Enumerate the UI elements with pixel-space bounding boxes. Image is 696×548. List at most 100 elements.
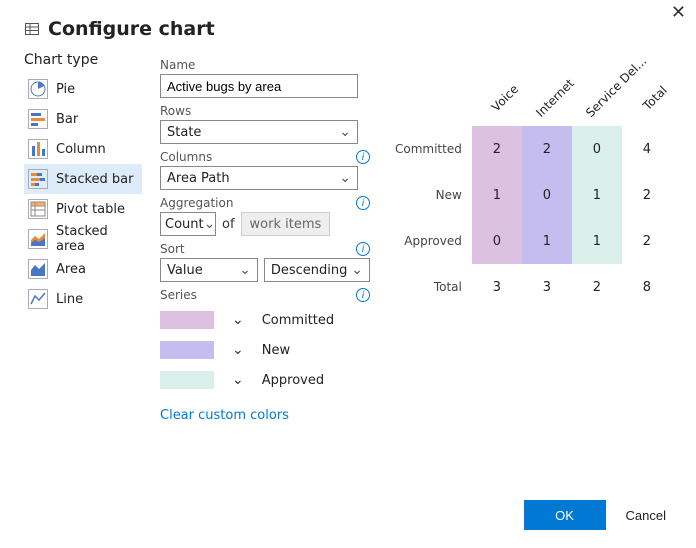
preview-cell: 2 (472, 126, 522, 172)
rows-value: State (167, 125, 201, 140)
aggregation-target: work items (241, 212, 331, 236)
chart-type-stacked-bar[interactable]: Stacked bar (24, 164, 142, 194)
cancel-button[interactable]: Cancel (620, 507, 672, 524)
chart-type-bar[interactable]: Bar (24, 104, 142, 134)
column-icon (28, 139, 48, 159)
sort-field-select[interactable]: Value ⌄ (160, 258, 258, 282)
table-icon (24, 21, 40, 37)
chevron-down-icon: ⌄ (351, 262, 363, 278)
chart-type-stacked-area[interactable]: Stacked area (24, 224, 142, 254)
series-item-committed: ⌄ Committed (160, 308, 370, 332)
rows-label: Rows (160, 104, 191, 118)
sort-field-value: Value (167, 263, 203, 278)
chart-type-column[interactable]: Column (24, 134, 142, 164)
clear-custom-colors-link[interactable]: Clear custom colors (160, 408, 370, 423)
preview-cell: 3 (472, 264, 522, 310)
stacked-bar-icon (28, 169, 48, 189)
sort-direction-select[interactable]: Descending ⌄ (264, 258, 370, 282)
color-swatch[interactable] (160, 371, 214, 389)
preview-cell: 0 (572, 126, 622, 172)
color-swatch[interactable] (160, 311, 214, 329)
name-label: Name (160, 58, 195, 72)
columns-label: Columns (160, 150, 212, 164)
preview-cell: 2 (522, 126, 572, 172)
chart-type-label: Column (56, 142, 106, 157)
dialog-title: Configure chart (48, 18, 215, 40)
chart-type-pivot-table[interactable]: Pivot table (24, 194, 142, 224)
aggregation-label: Aggregation (160, 196, 233, 210)
chart-type-label: Stacked bar (56, 172, 133, 187)
pivot-preview-table: Voice Internet Service Del... Total Comm… (394, 66, 672, 310)
chart-type-label: Pivot table (56, 202, 125, 217)
preview-row-header: New (394, 172, 472, 218)
preview-cell: 2 (572, 264, 622, 310)
table-row: Total 3 3 2 8 (394, 264, 672, 310)
series-item-new: ⌄ New (160, 338, 370, 362)
preview-cell: 4 (622, 126, 672, 172)
info-icon[interactable]: i (356, 150, 370, 164)
series-item-approved: ⌄ Approved (160, 368, 370, 392)
chart-type-label: Bar (56, 112, 78, 127)
series-label: Series (160, 288, 197, 302)
preview-cell: 1 (522, 218, 572, 264)
chart-type-label: Pie (56, 82, 75, 97)
chevron-down-icon[interactable]: ⌄ (232, 312, 244, 328)
chart-type-label: Area (56, 262, 86, 277)
ok-button[interactable]: OK (524, 500, 606, 530)
chart-type-pie[interactable]: Pie (24, 74, 142, 104)
columns-value: Area Path (167, 171, 230, 186)
pie-icon (28, 79, 48, 99)
preview-col-header: Voice (472, 66, 522, 126)
chart-preview: Voice Internet Service Del... Total Comm… (388, 52, 672, 423)
chevron-down-icon[interactable]: ⌄ (232, 342, 244, 358)
preview-col-header: Internet (522, 66, 572, 126)
color-swatch[interactable] (160, 341, 214, 359)
aggregation-select[interactable]: Count ⌄ (160, 212, 216, 236)
preview-cell: 2 (622, 172, 672, 218)
dialog-footer: OK Cancel (524, 500, 672, 530)
chevron-down-icon: ⌄ (204, 216, 216, 232)
chart-type-area[interactable]: Area (24, 254, 142, 284)
line-icon (28, 289, 48, 309)
preview-cell: 2 (622, 218, 672, 264)
preview-row-header: Total (394, 264, 472, 310)
table-row: Approved 0 1 1 2 (394, 218, 672, 264)
chart-type-label: Stacked area (56, 224, 138, 254)
series-item-label: Committed (262, 313, 334, 328)
chevron-down-icon: ⌄ (339, 170, 351, 186)
series-item-label: Approved (262, 373, 324, 388)
area-icon (28, 259, 48, 279)
bar-icon (28, 109, 48, 129)
stacked-area-icon (28, 229, 48, 249)
preview-cell: 0 (522, 172, 572, 218)
chevron-down-icon: ⌄ (339, 124, 351, 140)
info-icon[interactable]: i (356, 242, 370, 256)
preview-cell: 1 (472, 172, 522, 218)
columns-select[interactable]: Area Path ⌄ (160, 166, 358, 190)
chart-type-heading: Chart type (24, 52, 142, 68)
chevron-down-icon[interactable]: ⌄ (232, 372, 244, 388)
preview-col-header: Service Del... (572, 66, 622, 126)
dialog-header: Configure chart (24, 18, 672, 40)
table-row: New 1 0 1 2 (394, 172, 672, 218)
series-item-label: New (262, 343, 290, 358)
rows-select[interactable]: State ⌄ (160, 120, 358, 144)
aggregation-value: Count (165, 217, 204, 232)
preview-cell: 3 (522, 264, 572, 310)
name-input[interactable] (160, 74, 358, 98)
of-label: of (222, 217, 235, 232)
chart-type-sidebar: Chart type Pie Bar Column (24, 52, 142, 423)
info-icon[interactable]: i (356, 288, 370, 302)
chart-type-line[interactable]: Line (24, 284, 142, 314)
preview-cell: 1 (572, 172, 622, 218)
close-icon[interactable]: ✕ (671, 2, 686, 23)
preview-cell: 8 (622, 264, 672, 310)
info-icon[interactable]: i (356, 196, 370, 210)
table-row: Committed 2 2 0 4 (394, 126, 672, 172)
chart-type-label: Line (56, 292, 83, 307)
pivot-table-icon (28, 199, 48, 219)
preview-cell: 1 (572, 218, 622, 264)
sort-label: Sort (160, 242, 185, 256)
chevron-down-icon: ⌄ (239, 262, 251, 278)
preview-row-header: Committed (394, 126, 472, 172)
